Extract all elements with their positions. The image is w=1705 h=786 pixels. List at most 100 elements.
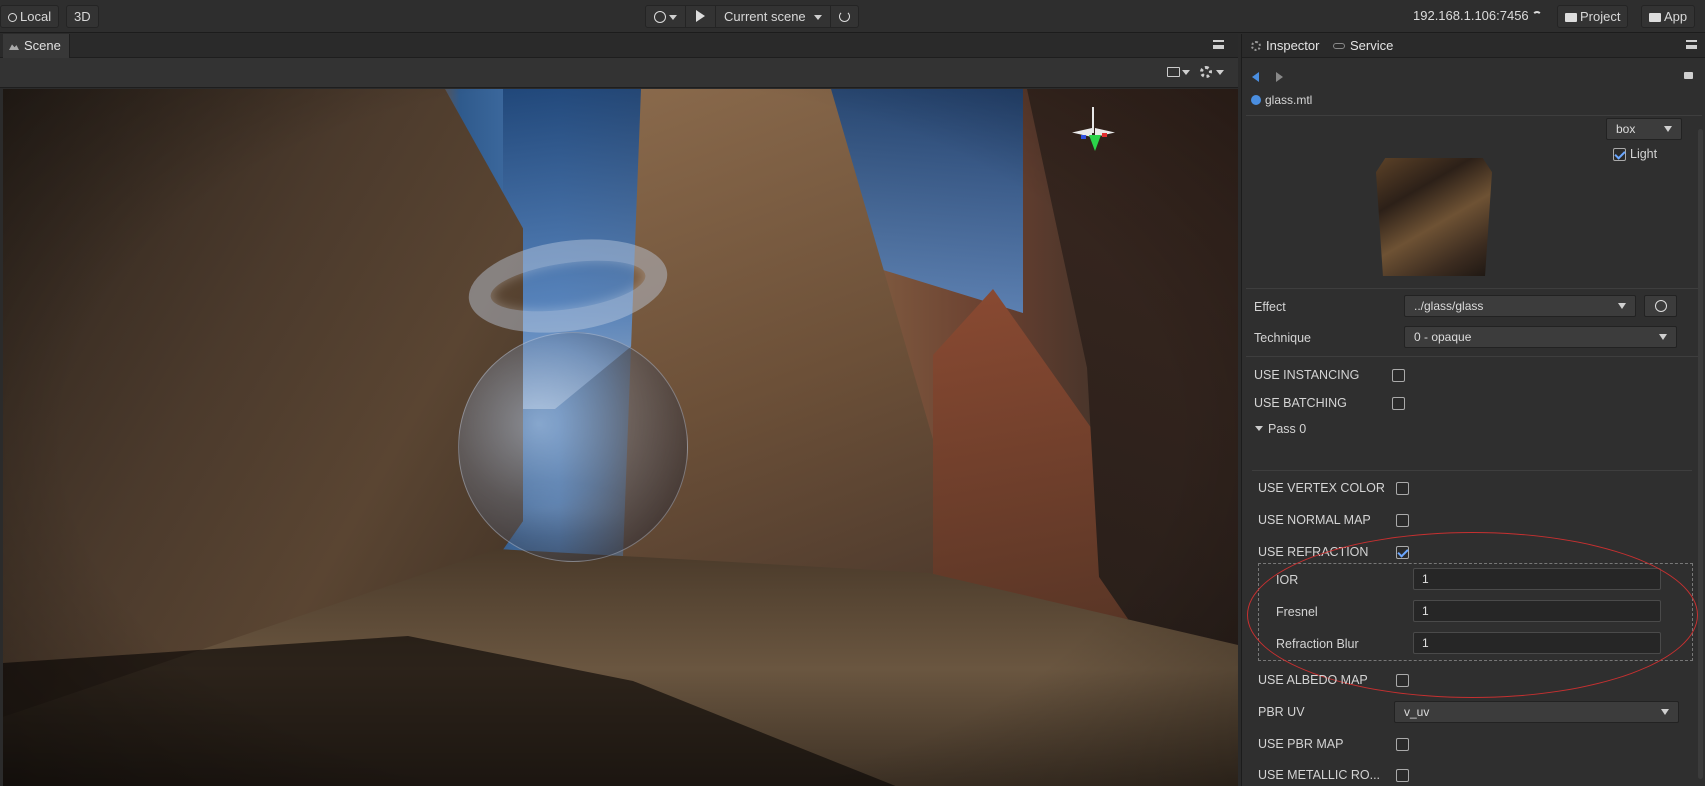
scene-select[interactable]: Current scene — [716, 6, 831, 27]
scene-select-label: Current scene — [724, 9, 806, 24]
pass-0-header[interactable]: Pass 0 — [1254, 419, 1694, 439]
gear-icon — [1251, 41, 1261, 51]
app-label: App — [1664, 9, 1688, 24]
divider — [1246, 288, 1702, 289]
preview-cube — [1376, 158, 1492, 276]
use-instancing-label: USE INSTANCING — [1254, 368, 1360, 382]
network-button[interactable] — [646, 6, 686, 27]
forward-arrow-icon[interactable] — [1276, 72, 1283, 82]
technique-label: Technique — [1254, 331, 1311, 345]
tab-scene-label: Scene — [24, 38, 61, 53]
axis-z-marker — [1081, 135, 1086, 139]
use-pbr-map-label: USE PBR MAP — [1258, 737, 1344, 751]
asset-name: glass.mtl — [1265, 93, 1313, 107]
lock-icon[interactable] — [1684, 72, 1693, 79]
chevron-down-icon — [1255, 426, 1263, 431]
camera-icon[interactable] — [1167, 67, 1180, 77]
chevron-down-icon — [1618, 303, 1626, 309]
material-icon — [1251, 95, 1261, 105]
gear-icon[interactable] — [1200, 66, 1212, 78]
refresh-button[interactable] — [831, 6, 858, 27]
play-icon — [696, 10, 705, 22]
use-batching-checkbox[interactable] — [1392, 397, 1405, 410]
globe-icon — [8, 13, 17, 22]
preview-shape-select[interactable]: box — [1606, 118, 1682, 140]
project-button[interactable]: Project — [1557, 5, 1629, 28]
chevron-down-icon[interactable] — [1182, 70, 1190, 75]
orientation-gizmo[interactable] — [1068, 107, 1118, 167]
use-vertex-color-label: USE VERTEX COLOR — [1258, 481, 1385, 495]
inspector-header: Inspector Service — [1242, 34, 1705, 58]
effect-label: Effect — [1254, 300, 1286, 314]
use-instancing-checkbox[interactable] — [1392, 369, 1405, 382]
back-arrow-icon[interactable] — [1252, 72, 1259, 82]
use-pbr-map-checkbox[interactable] — [1396, 738, 1409, 751]
tab-inspector[interactable]: Inspector — [1242, 34, 1325, 58]
target-icon — [1655, 300, 1667, 312]
pass-0-label: Pass 0 — [1268, 422, 1307, 436]
divider — [1246, 356, 1702, 357]
use-albedo-map-label: USE ALBEDO MAP — [1258, 673, 1368, 687]
use-normal-map-label: USE NORMAL MAP — [1258, 513, 1371, 527]
pbr-uv-label: PBR UV — [1258, 705, 1305, 719]
chevron-down-icon — [1661, 709, 1669, 715]
viewport-vignette — [3, 89, 1238, 786]
menu-icon[interactable] — [1213, 40, 1224, 49]
server-address: 192.168.1.106:7456 — [1413, 8, 1543, 23]
inspector-nav — [1242, 66, 1705, 88]
tab-service[interactable]: Service — [1326, 34, 1399, 58]
use-metallic-roughness-label: USE METALLIC RO... — [1258, 768, 1381, 782]
play-button[interactable] — [686, 6, 716, 27]
technique-value: 0 - opaque — [1414, 330, 1472, 344]
chevron-down-icon — [669, 15, 677, 21]
tab-service-label: Service — [1350, 38, 1394, 53]
scene-panel: Scene — [0, 34, 1238, 786]
folder-icon — [1649, 13, 1661, 22]
wifi-icon — [1532, 11, 1543, 19]
asset-title: glass.mtl — [1242, 89, 1705, 111]
local-label: Local — [20, 9, 52, 24]
pbr-uv-select[interactable]: v_uv — [1394, 701, 1679, 723]
top-toolbar: Local 3D Current scene 192.168.1.106:745… — [0, 0, 1705, 33]
project-label: Project — [1580, 9, 1621, 24]
refresh-icon — [838, 11, 850, 22]
light-label: Light — [1630, 147, 1658, 161]
inspector-scrollbar[interactable] — [1698, 129, 1703, 779]
app-button[interactable]: App — [1641, 5, 1696, 28]
chevron-down-icon[interactable] — [1216, 70, 1224, 75]
divider — [1246, 115, 1702, 116]
chevron-down-icon — [1659, 334, 1667, 340]
use-metallic-roughness-checkbox[interactable] — [1396, 769, 1409, 782]
pbr-uv-value: v_uv — [1404, 705, 1430, 719]
use-batching-label: USE BATCHING — [1254, 396, 1347, 410]
mode-3d-button[interactable]: 3D — [66, 5, 99, 28]
tab-scene[interactable]: Scene — [3, 34, 70, 58]
scene-controls-group: Current scene — [645, 5, 859, 28]
effect-value: ../glass/glass — [1414, 299, 1484, 313]
menu-icon[interactable] — [1686, 40, 1697, 49]
use-vertex-color-checkbox[interactable] — [1396, 482, 1409, 495]
preview-shape-value: box — [1616, 122, 1636, 136]
scene-tools-bar — [0, 58, 1238, 88]
locate-effect-button[interactable] — [1644, 295, 1677, 317]
axis-y-down — [1089, 135, 1101, 151]
server-address-text: 192.168.1.106:7456 — [1413, 8, 1529, 23]
axis-y-up — [1092, 107, 1094, 133]
effect-select[interactable]: ../glass/glass — [1404, 295, 1636, 317]
light-checkbox[interactable] — [1613, 148, 1626, 161]
axis-x-marker — [1102, 133, 1107, 137]
use-albedo-map-checkbox[interactable] — [1396, 674, 1409, 687]
inspector-panel: Inspector Service glass.mtl box Light Ef… — [1241, 34, 1705, 786]
local-toggle-button[interactable]: Local — [0, 5, 60, 28]
chevron-down-icon — [1664, 126, 1672, 132]
use-normal-map-checkbox[interactable] — [1396, 514, 1409, 527]
folder-icon — [1565, 13, 1577, 22]
scene-viewport[interactable] — [3, 89, 1238, 786]
scene-icon — [9, 44, 19, 50]
divider — [1252, 470, 1692, 471]
tab-inspector-label: Inspector — [1266, 38, 1320, 53]
scene-panel-header: Scene — [0, 34, 1238, 58]
technique-select[interactable]: 0 - opaque — [1404, 326, 1677, 348]
link-icon — [1333, 43, 1345, 49]
globe-icon — [654, 11, 666, 23]
